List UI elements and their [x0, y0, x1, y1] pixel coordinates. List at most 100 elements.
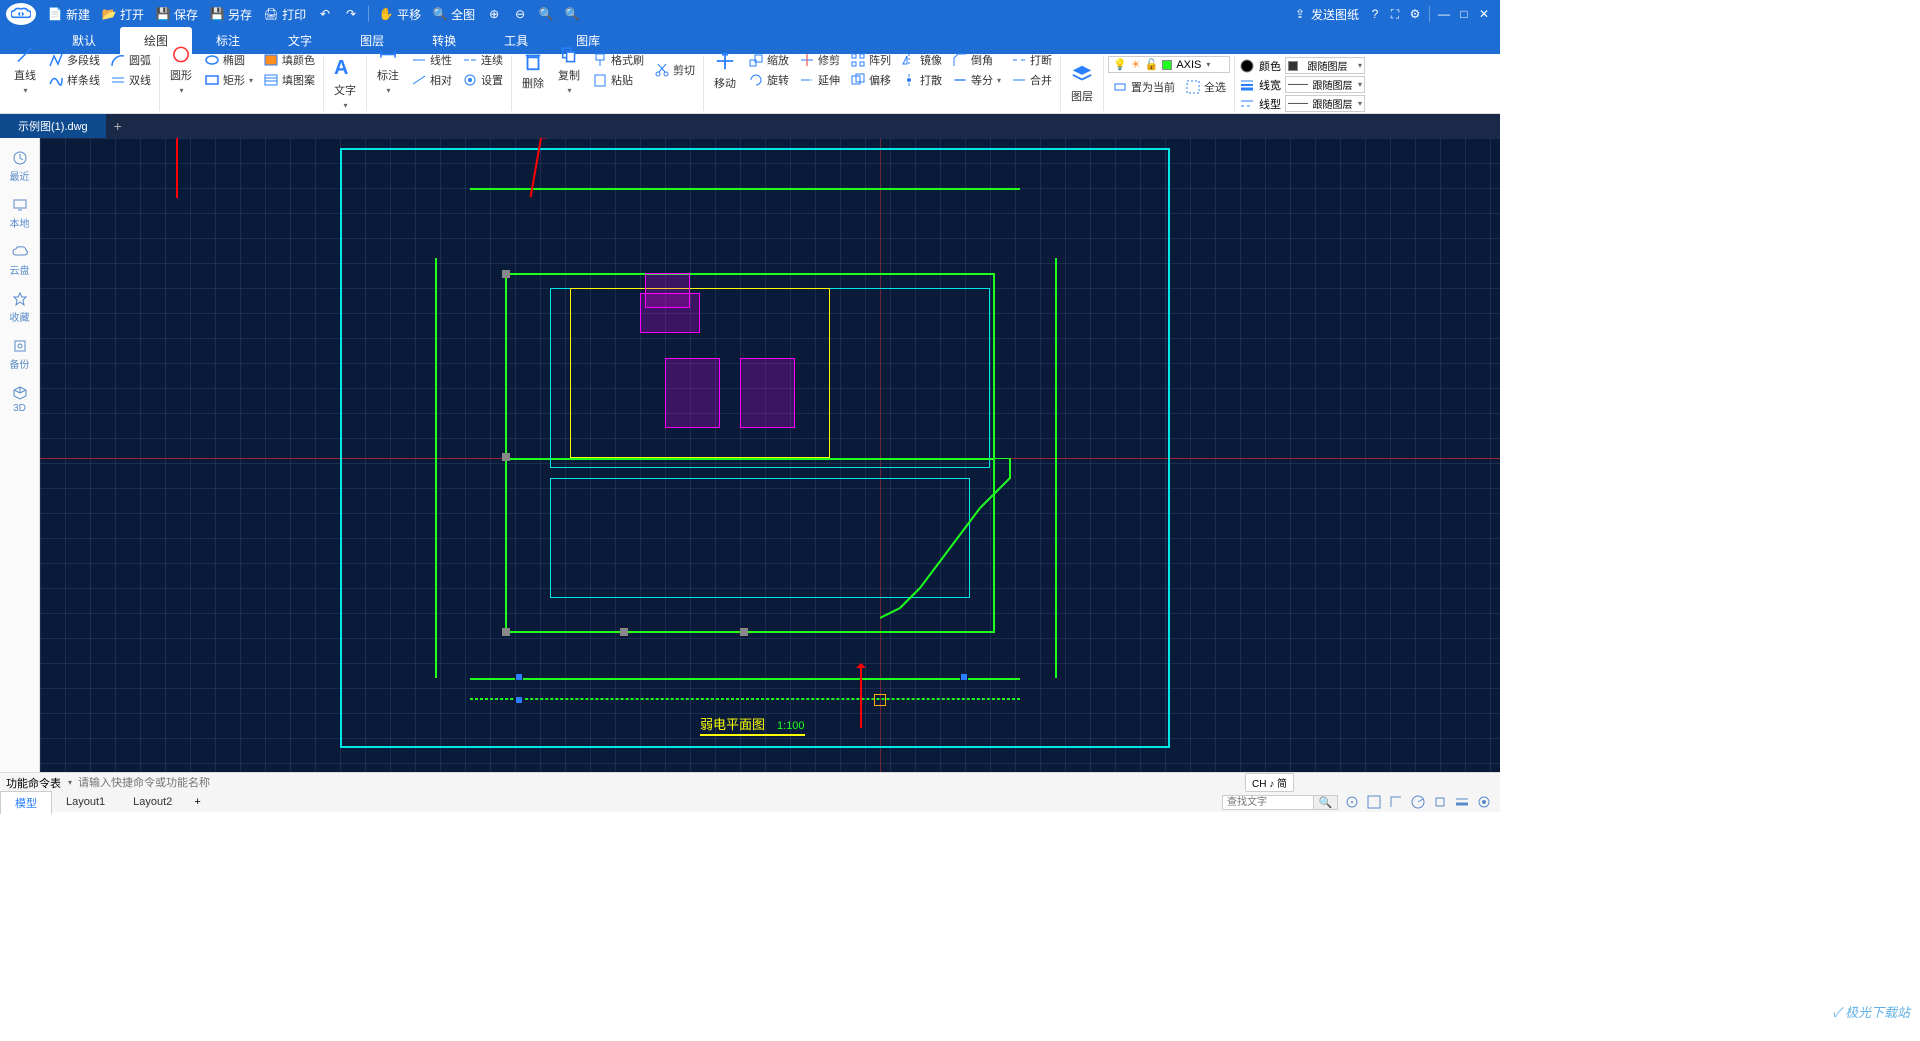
- selectall-button[interactable]: 全选: [1181, 77, 1230, 97]
- rect-button[interactable]: 矩形▾: [200, 70, 257, 90]
- saveas-icon: 💾: [210, 7, 224, 21]
- copy-icon: [558, 45, 580, 64]
- move-button[interactable]: 移动: [708, 43, 742, 97]
- line-button[interactable]: 直线▾: [8, 43, 42, 97]
- grid-snap-icon[interactable]: [1366, 794, 1382, 810]
- paste-button[interactable]: 粘贴: [588, 70, 648, 90]
- zoom-full-button[interactable]: 🔍全图: [427, 0, 481, 28]
- undo-button[interactable]: ↶: [312, 0, 338, 28]
- add-file-tab[interactable]: +: [106, 118, 130, 134]
- chamfer-button[interactable]: 倒角: [948, 50, 1005, 70]
- xline-button[interactable]: 双线: [106, 70, 155, 90]
- mirror-button[interactable]: 镜像: [897, 50, 946, 70]
- zoom-extents-button[interactable]: 🔍: [559, 0, 585, 28]
- ortho-icon[interactable]: [1388, 794, 1404, 810]
- layer-button[interactable]: 图层: [1065, 56, 1099, 110]
- send-drawing-button[interactable]: ⇪发送图纸: [1287, 0, 1365, 28]
- layer-selector[interactable]: 💡 ☀ 🔓 AXIS ▾: [1108, 56, 1230, 73]
- pan-button[interactable]: ✋平移: [373, 0, 427, 28]
- saveas-button[interactable]: 💾另存: [204, 0, 258, 28]
- minimize-button[interactable]: —: [1434, 4, 1454, 24]
- print-button[interactable]: 🖨打印: [258, 0, 312, 28]
- circle-button[interactable]: 圆形▾: [164, 43, 198, 97]
- settings-button[interactable]: ⚙: [1405, 4, 1425, 24]
- break-button[interactable]: 打断: [1007, 50, 1056, 70]
- lineweight-toggle-icon[interactable]: [1454, 794, 1470, 810]
- fill-button[interactable]: 填颜色: [259, 50, 319, 70]
- zoom-out-button[interactable]: ⊖: [507, 0, 533, 28]
- layout-tab-2[interactable]: Layout2: [119, 793, 186, 811]
- search-input[interactable]: [1223, 796, 1313, 809]
- extend-button[interactable]: 延伸: [795, 70, 844, 90]
- polyline-button[interactable]: 多段线: [44, 50, 104, 70]
- format-button[interactable]: 格式刷: [588, 50, 648, 70]
- zoom-icon: 🔍: [433, 7, 447, 21]
- save-button[interactable]: 💾保存: [150, 0, 204, 28]
- layer-name: AXIS: [1176, 59, 1201, 71]
- zoom-in-button[interactable]: ⊕: [481, 0, 507, 28]
- ellipse-button[interactable]: 椭圆: [200, 50, 257, 70]
- add-layout-button[interactable]: +: [186, 796, 208, 808]
- layer-color-swatch: [1162, 60, 1172, 70]
- array-button[interactable]: 阵列: [846, 50, 895, 70]
- zoom-window-button[interactable]: 🔍: [533, 0, 559, 28]
- offset-button[interactable]: 偏移: [846, 70, 895, 90]
- extend-icon: [799, 72, 815, 88]
- dimsettings-button[interactable]: 设置: [458, 70, 507, 90]
- linetype-selector[interactable]: ——跟随图层▾: [1285, 95, 1365, 112]
- continue-button[interactable]: 连续: [458, 50, 507, 70]
- redo-button[interactable]: ↷: [338, 0, 364, 28]
- color-selector[interactable]: 跟随图层▾: [1285, 57, 1365, 74]
- text-button[interactable]: A文字▾: [328, 56, 362, 110]
- help-button[interactable]: ?: [1365, 4, 1385, 24]
- open-button[interactable]: 📂打开: [96, 0, 150, 28]
- linear-button[interactable]: 线性: [407, 50, 456, 70]
- cut-button[interactable]: 剪切: [650, 60, 699, 80]
- delete-button[interactable]: 删除: [516, 43, 550, 97]
- equal-button[interactable]: 等分▾: [948, 70, 1005, 90]
- command-label[interactable]: 功能命令表: [6, 775, 61, 791]
- polar-icon[interactable]: [1410, 794, 1426, 810]
- backup-icon: [12, 338, 28, 354]
- close-button[interactable]: ✕: [1474, 4, 1494, 24]
- new-button[interactable]: 📄新建: [42, 0, 96, 28]
- dim-button[interactable]: 标注▾: [371, 43, 405, 97]
- paste-icon: [592, 72, 608, 88]
- scale-button[interactable]: 缩放: [744, 50, 793, 70]
- join-button[interactable]: 合并: [1007, 70, 1056, 90]
- sidebar-local[interactable]: 本地: [0, 193, 39, 234]
- trim-button[interactable]: 修剪: [795, 50, 844, 70]
- arc-button[interactable]: 圆弧: [106, 50, 155, 70]
- rotate-button[interactable]: 旋转: [744, 70, 793, 90]
- search-button[interactable]: 🔍: [1313, 796, 1337, 809]
- app-logo: [6, 3, 36, 25]
- fullscreen-button[interactable]: ⛶: [1385, 4, 1405, 24]
- sidebar-recent[interactable]: 最近: [0, 146, 39, 187]
- sidebar-cloud[interactable]: 云盘: [0, 240, 39, 281]
- watermark: ✓ 极光下载站: [1832, 1002, 1910, 1021]
- file-tab[interactable]: 示例图(1).dwg: [0, 114, 106, 138]
- lineweight-selector[interactable]: ——跟随图层▾: [1285, 76, 1365, 93]
- ime-badge[interactable]: CH ♪ 简: [1245, 773, 1294, 792]
- osnap-icon[interactable]: [1432, 794, 1448, 810]
- sidebar-favorites[interactable]: 收藏: [0, 287, 39, 328]
- maximize-button[interactable]: □: [1454, 4, 1474, 24]
- sidebar-backup[interactable]: 备份: [0, 334, 39, 375]
- sidebar-3d[interactable]: 3D: [0, 381, 39, 418]
- spline-button[interactable]: 样条线: [44, 70, 104, 90]
- ellipse-icon: [204, 52, 220, 68]
- drawing-canvas[interactable]: 弱电平面图1:100: [40, 138, 1500, 772]
- layout-tab-1[interactable]: Layout1: [52, 793, 119, 811]
- copy-button[interactable]: 复制▾: [552, 43, 586, 97]
- hatch-button[interactable]: 填图案: [259, 70, 319, 90]
- layout-tab-model[interactable]: 模型: [0, 791, 52, 814]
- snap-icon[interactable]: [1344, 794, 1360, 810]
- command-input[interactable]: [78, 777, 378, 789]
- status-settings-icon[interactable]: [1476, 794, 1492, 810]
- setcurrent-button[interactable]: 置为当前: [1108, 77, 1179, 97]
- explode-button[interactable]: 打散: [897, 70, 946, 90]
- offset-icon: [850, 72, 866, 88]
- lineweight-icon: [1239, 77, 1255, 93]
- align-button[interactable]: 相对: [407, 70, 456, 90]
- title-bar: 📄新建 📂打开 💾保存 💾另存 🖨打印 ↶ ↷ ✋平移 🔍全图 ⊕ ⊖ 🔍 🔍 …: [0, 0, 1500, 28]
